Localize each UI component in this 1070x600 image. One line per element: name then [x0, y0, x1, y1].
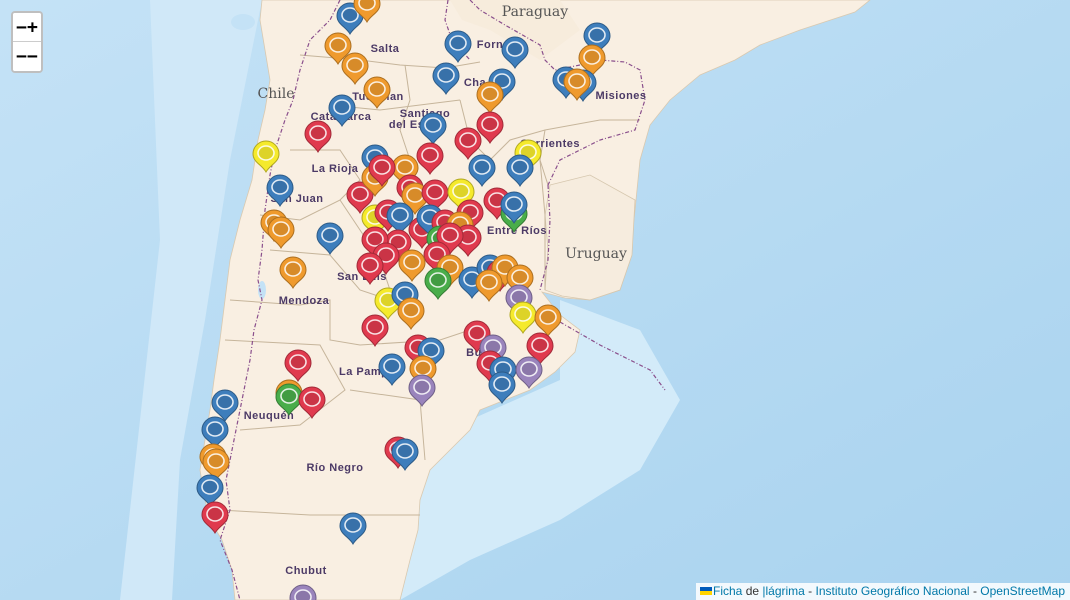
attribution-separator: -: [969, 584, 981, 598]
province-label: Misiones: [595, 90, 646, 102]
zoom-in-button[interactable]: −+: [13, 13, 41, 42]
province-label: La Rioja: [312, 163, 359, 175]
province-label: Mendoza: [279, 295, 330, 307]
lake: [231, 14, 255, 30]
country-label: Uruguay: [565, 246, 627, 262]
country-label: Chile: [258, 86, 295, 102]
province-label: Chubut: [285, 565, 326, 577]
zoom-control: −+ −−: [11, 11, 43, 73]
map-canvas[interactable]: Paraguay Chile Uruguay Salta Forn Misiones Cha…: [0, 0, 1070, 600]
province-label: Forn: [477, 39, 503, 51]
ficha-link[interactable]: Ficha: [713, 584, 742, 598]
country-label: Paraguay: [502, 4, 569, 20]
zoom-out-button[interactable]: −−: [13, 42, 41, 71]
attribution-separator: -: [804, 584, 816, 598]
attribution-bar: Ficha de |lágrima - Instituto Geográfico…: [696, 583, 1070, 600]
province-label: Río Negro: [306, 462, 363, 474]
uruguay-land: [544, 174, 636, 301]
ign-link[interactable]: Instituto Geográfico Nacional: [816, 584, 970, 598]
lake: [258, 281, 266, 299]
province-label: Salta: [371, 43, 400, 55]
osm-link[interactable]: OpenStreetMap: [980, 584, 1065, 598]
lagrima-link[interactable]: |lágrima: [762, 584, 804, 598]
ukraine-flag-icon: [700, 587, 713, 595]
attribution-text: de: [742, 584, 763, 598]
